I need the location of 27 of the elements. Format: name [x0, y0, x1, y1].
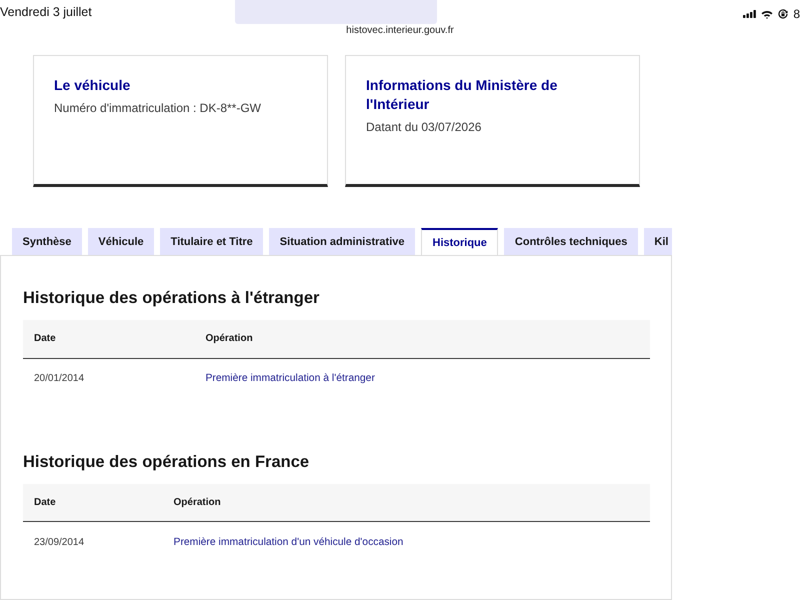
signal-icon: [743, 10, 756, 18]
tab[interactable]: Historique: [421, 228, 498, 255]
column-header: Date: [23, 484, 163, 522]
column-header: Opération: [194, 320, 650, 358]
date-cell: 20/01/2014: [23, 358, 194, 398]
tab[interactable]: Véhicule: [88, 228, 154, 255]
wifi-icon: [761, 10, 774, 18]
tab[interactable]: Synthèse: [12, 228, 82, 255]
section-title: Historique des opérations à l'étranger: [23, 288, 320, 309]
column-header: Opération: [162, 484, 650, 522]
section-title: Historique des opérations en France: [23, 452, 310, 472]
card-title: Le véhicule: [54, 76, 132, 95]
tab[interactable]: Contrôles techniques: [504, 228, 638, 255]
tab[interactable]: Situation administrative: [269, 228, 415, 255]
card-text: Numéro d'immatriculation : DK-8**-GW: [54, 100, 262, 116]
battery-percentage: 8: [793, 8, 800, 20]
card-text: Datant du 03/07/2026: [366, 119, 482, 135]
tab[interactable]: Kil: [644, 228, 672, 255]
rotation-lock-icon: [778, 9, 788, 19]
url-text: histovec.interieur.gouv.fr: [346, 25, 454, 36]
operation-link[interactable]: Première immatriculation à l'étranger: [205, 373, 375, 384]
status-date: Vendredi 3 juillet: [0, 5, 93, 19]
date-cell: 23/09/2014: [23, 522, 163, 562]
column-header: Date: [23, 320, 194, 358]
tab[interactable]: Titulaire et Titre: [160, 228, 264, 255]
operation-link[interactable]: Première immatriculation d'un véhicule d'occasion: [174, 536, 404, 548]
card-title: Informations du Ministère de l'Intérieur: [366, 76, 558, 114]
